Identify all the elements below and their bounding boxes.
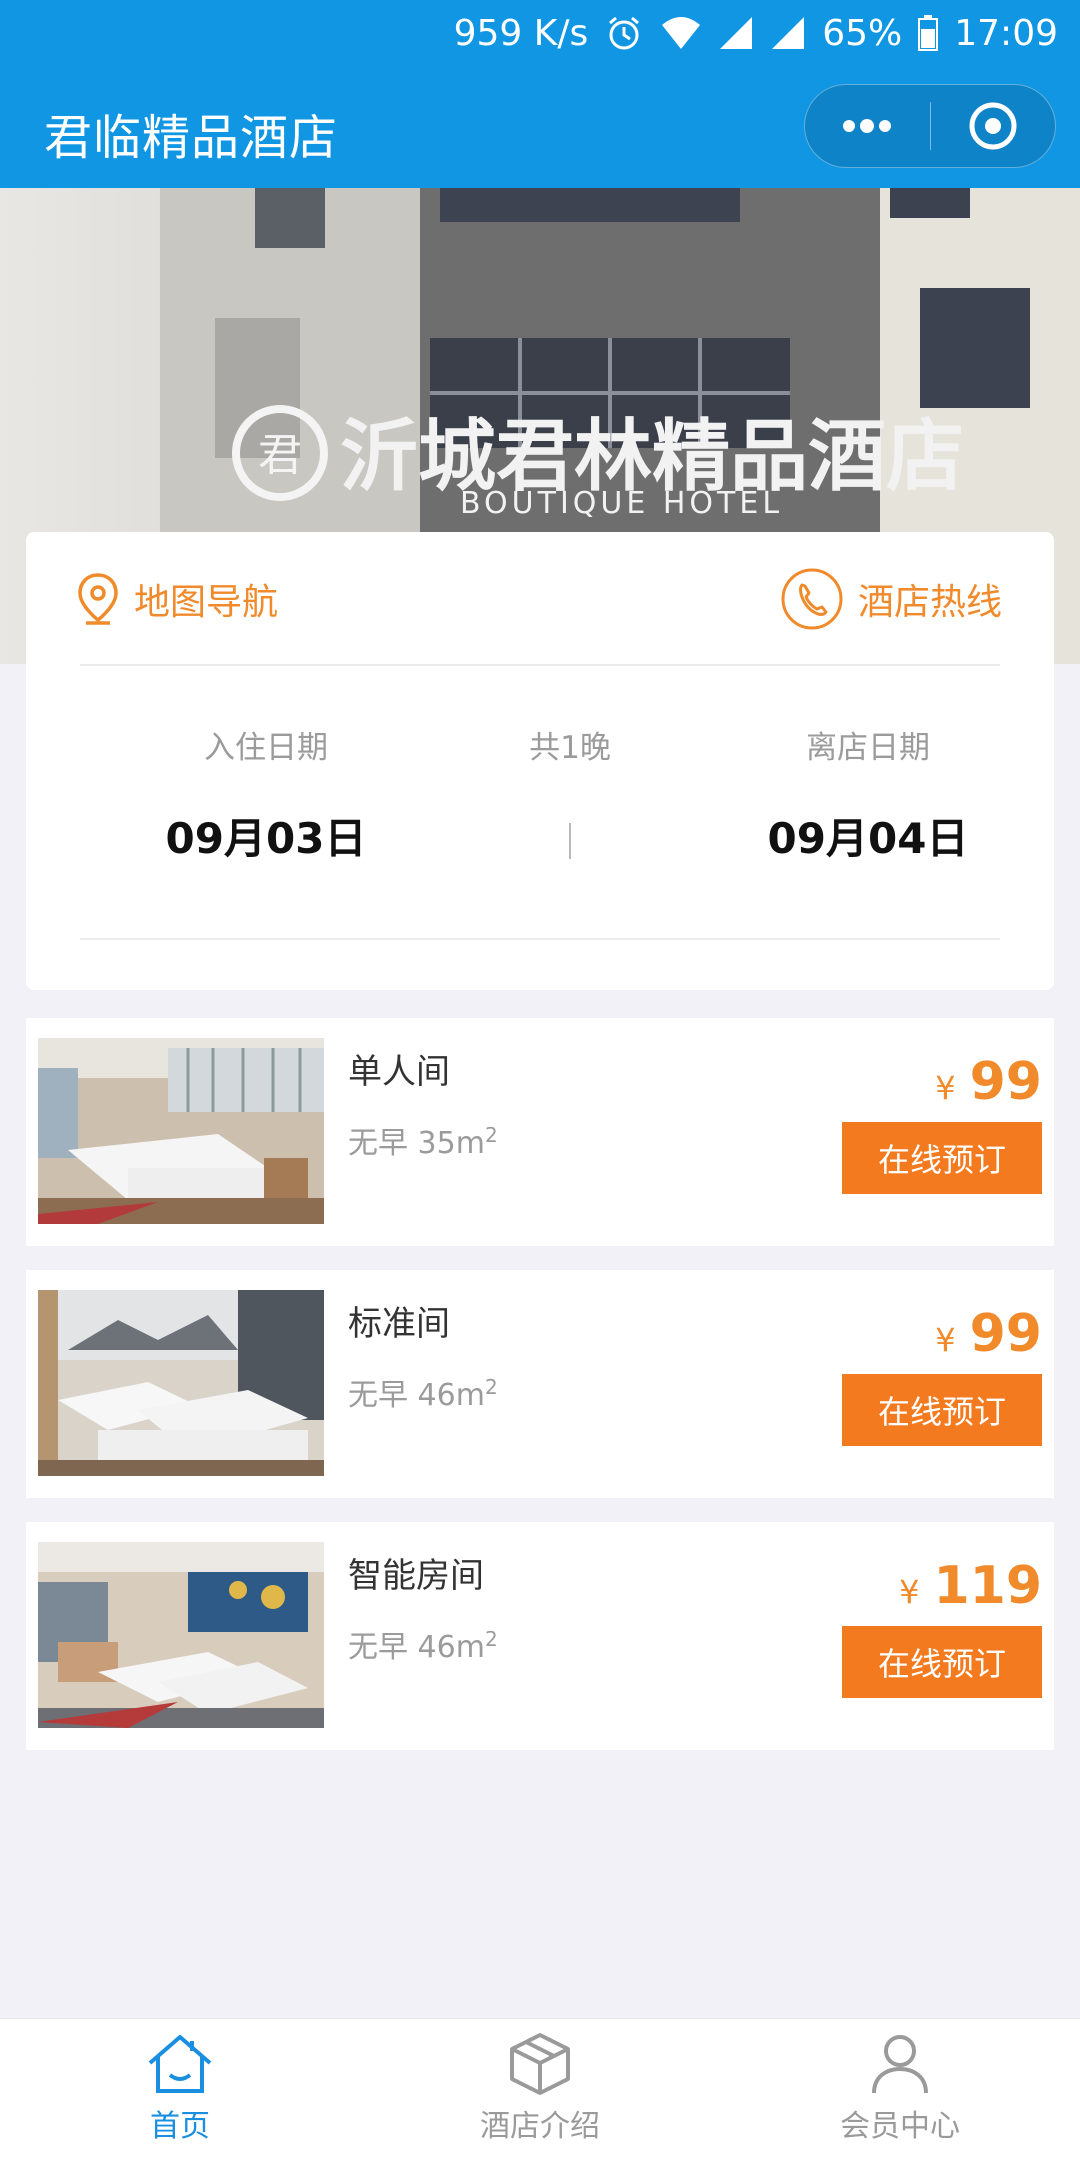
room-desc: 无早 35m2 (348, 1123, 498, 1161)
tab-home[interactable]: 首页 (0, 2019, 360, 2160)
miniprogram-capsule (804, 84, 1056, 168)
user-icon (872, 2035, 928, 2094)
more-button[interactable] (805, 84, 930, 168)
checkout-date: 09月04日 (767, 814, 969, 863)
book-online-button[interactable]: 在线预订 (842, 1122, 1042, 1194)
alarm-icon (604, 13, 644, 53)
nights-count: 共1晚 (485, 722, 655, 859)
battery-icon (918, 15, 939, 51)
room-card[interactable]: 标准间 无早 46m2 ¥ 99 在线预订 (26, 1270, 1054, 1498)
room-price: ¥ 99 (935, 1304, 1042, 1364)
room-name: 单人间 (348, 1052, 450, 1092)
app-header: 959 K/s 65% 17:09 君临精品酒店 (0, 0, 1080, 188)
nights-label: 共1晚 (529, 730, 611, 766)
home-icon (148, 2035, 212, 2093)
status-bar: 959 K/s 65% 17:09 (0, 0, 1080, 66)
room-card[interactable]: 智能房间 无早 46m2 ¥ 119 在线预订 (26, 1522, 1054, 1750)
book-online-button[interactable]: 在线预订 (842, 1626, 1042, 1698)
room-photo (38, 1290, 324, 1476)
signal-icon (718, 15, 754, 51)
banner-logo-glyph: 君 (258, 430, 302, 481)
divider (80, 664, 1000, 666)
bottom-tab-bar: 首页 酒店介绍 会员中心 (0, 2018, 1080, 2160)
price-value: 99 (969, 1052, 1042, 1112)
price-value: 99 (969, 1304, 1042, 1364)
page-title: 君临精品酒店 (44, 110, 339, 166)
book-online-button[interactable]: 在线预订 (842, 1374, 1042, 1446)
wifi-icon (660, 15, 702, 51)
tab-member-center[interactable]: 会员中心 (720, 2019, 1080, 2160)
hotel-hotline-button[interactable]: 酒店热线 (780, 567, 1002, 631)
date-separator (569, 823, 571, 859)
more-dots-icon (843, 119, 892, 133)
map-navigation-button[interactable]: 地图导航 (76, 572, 278, 626)
quick-actions-row: 地图导航 酒店热线 (26, 532, 1054, 666)
clock: 17:09 (954, 12, 1058, 54)
room-desc: 无早 46m2 (348, 1375, 498, 1413)
box-icon (510, 2033, 570, 2095)
tab-hotel-intro[interactable]: 酒店介绍 (360, 2019, 720, 2160)
checkin-date-picker[interactable]: 入住日期 09月03日 (136, 722, 396, 866)
room-photo (38, 1038, 324, 1224)
price-value: 119 (933, 1556, 1042, 1616)
checkin-label: 入住日期 (204, 730, 328, 766)
currency-symbol: ¥ (899, 1573, 920, 1611)
target-circle-icon (969, 102, 1017, 150)
room-card[interactable]: 单人间 无早 35m2 ¥ 99 在线预订 (26, 1018, 1054, 1246)
tab-label: 会员中心 (840, 2109, 960, 2144)
location-pin-icon (78, 573, 118, 625)
room-price: ¥ 99 (935, 1052, 1042, 1112)
checkout-label: 离店日期 (806, 730, 930, 766)
network-speed: 959 K/s (453, 12, 589, 54)
signal-icon-2 (770, 15, 806, 51)
checkin-date: 09月03日 (165, 814, 367, 863)
close-miniprogram-button[interactable] (930, 84, 1055, 168)
currency-symbol: ¥ (935, 1321, 956, 1359)
room-name: 智能房间 (348, 1556, 484, 1596)
room-name: 标准间 (348, 1304, 450, 1344)
tab-label: 首页 (150, 2109, 210, 2144)
booking-info-card: 地图导航 酒店热线 入住日期 09月03日 共1晚 离店日期 09月04日 (26, 532, 1054, 990)
map-navigation-label: 地图导航 (134, 582, 279, 623)
banner-sign-subtext: BOUTIQUE HOTEL (460, 486, 783, 521)
room-photo (38, 1542, 324, 1728)
battery-percent: 65% (822, 12, 903, 54)
tab-label: 酒店介绍 (480, 2109, 600, 2144)
currency-symbol: ¥ (935, 1069, 956, 1107)
date-selector: 入住日期 09月03日 共1晚 离店日期 09月04日 (26, 722, 1054, 863)
checkout-date-picker[interactable]: 离店日期 09月04日 (738, 722, 998, 866)
room-price: ¥ 119 (899, 1556, 1042, 1616)
phone-icon (781, 568, 843, 630)
hotel-hotline-label: 酒店热线 (857, 582, 1002, 623)
divider (80, 938, 1000, 940)
room-desc: 无早 46m2 (348, 1627, 498, 1665)
